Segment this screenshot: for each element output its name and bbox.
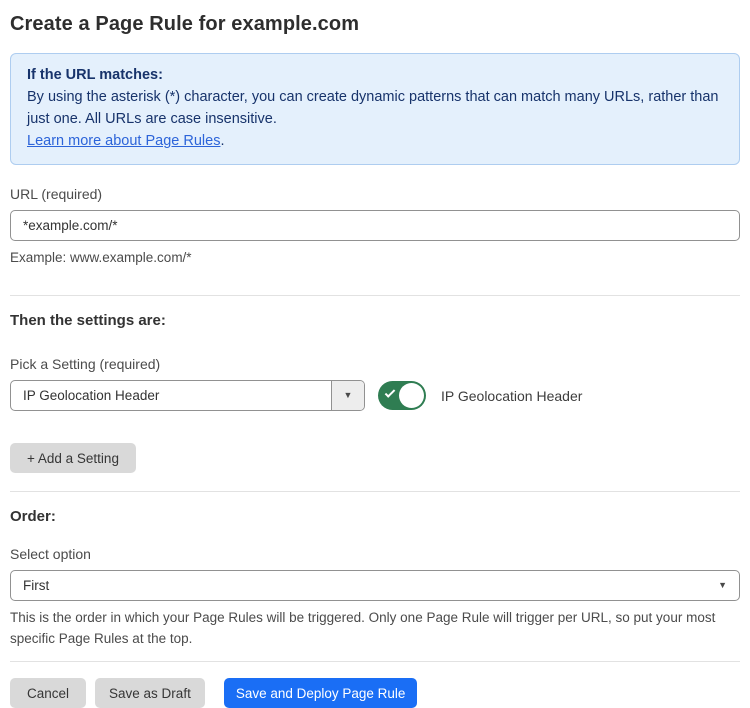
setting-dropdown-button[interactable]: ▼: [331, 381, 364, 410]
footer-actions: Cancel Save as Draft Save and Deploy Pag…: [10, 678, 740, 708]
check-icon: [385, 387, 396, 398]
link-suffix: .: [220, 133, 224, 149]
order-select[interactable]: First ▼: [10, 570, 740, 601]
divider: [10, 295, 740, 296]
order-select-value: First: [23, 578, 49, 593]
chevron-down-icon: ▼: [718, 581, 727, 590]
order-heading: Order:: [10, 508, 740, 525]
setting-row: IP Geolocation Header ▼ IP Geolocation H…: [10, 380, 740, 411]
url-label: URL (required): [10, 186, 740, 202]
toggle-label: IP Geolocation Header: [441, 388, 582, 404]
info-box-heading: If the URL matches:: [27, 64, 723, 86]
page-rule-form: Create a Page Rule for example.com If th…: [0, 13, 750, 708]
divider: [10, 491, 740, 492]
add-setting-button[interactable]: + Add a Setting: [10, 443, 136, 473]
chevron-down-icon: ▼: [344, 391, 353, 400]
url-example-helper: Example: www.example.com/*: [10, 247, 740, 268]
learn-more-link[interactable]: Learn more about Page Rules: [27, 133, 220, 149]
pick-setting-label: Pick a Setting (required): [10, 356, 740, 372]
cancel-button[interactable]: Cancel: [10, 678, 86, 708]
save-deploy-button[interactable]: Save and Deploy Page Rule: [224, 678, 418, 708]
info-box-link-line: Learn more about Page Rules.: [27, 130, 723, 152]
setting-dropdown-value: IP Geolocation Header: [11, 381, 331, 410]
page-title: Create a Page Rule for example.com: [10, 13, 740, 36]
info-box-body: By using the asterisk (*) character, you…: [27, 86, 723, 130]
url-input[interactable]: [10, 210, 740, 241]
toggle-knob: [399, 383, 424, 408]
order-helper-text: This is the order in which your Page Rul…: [10, 607, 734, 649]
settings-heading: Then the settings are:: [10, 312, 740, 329]
divider: [10, 661, 740, 662]
setting-dropdown[interactable]: IP Geolocation Header ▼: [10, 380, 365, 411]
ip-geolocation-toggle[interactable]: [378, 381, 426, 410]
save-draft-button[interactable]: Save as Draft: [95, 678, 205, 708]
url-match-info-box: If the URL matches: By using the asteris…: [10, 53, 740, 165]
select-option-label: Select option: [10, 546, 740, 562]
